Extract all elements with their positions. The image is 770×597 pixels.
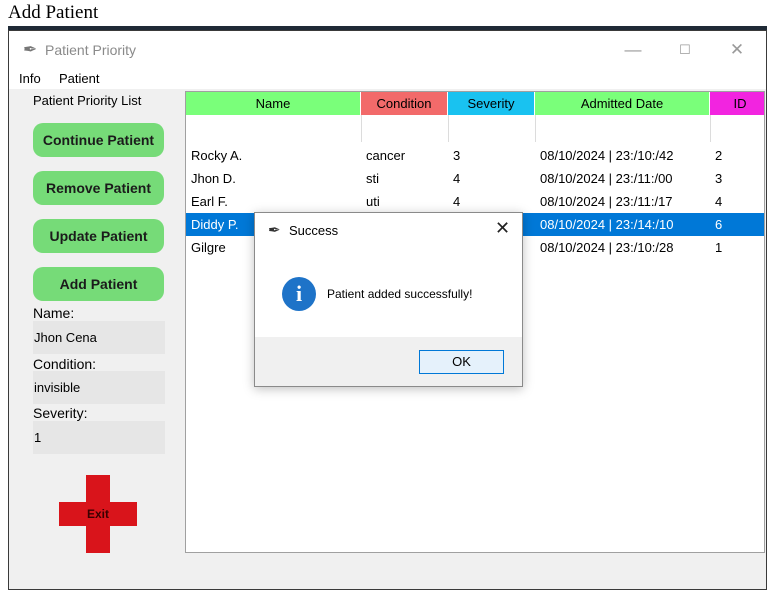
cell-name: Diddy P. bbox=[191, 217, 239, 232]
menu-patient[interactable]: Patient bbox=[59, 71, 99, 86]
name-field[interactable]: Jhon Cena bbox=[33, 321, 165, 354]
condition-label: Condition: bbox=[33, 356, 97, 372]
dialog-title: Success bbox=[289, 223, 339, 238]
cell-severity: 4 bbox=[453, 194, 461, 209]
header-name[interactable]: Name bbox=[186, 92, 361, 115]
cell-severity: 3 bbox=[453, 148, 461, 163]
cell-id: 6 bbox=[715, 217, 723, 232]
ok-button[interactable]: OK bbox=[419, 350, 504, 374]
menu-info[interactable]: Info bbox=[19, 71, 41, 86]
continue-patient-button[interactable]: Continue Patient bbox=[33, 123, 164, 157]
cell-condition: sti bbox=[366, 171, 379, 186]
minimize-button[interactable]: — bbox=[613, 37, 653, 63]
cell-id: 2 bbox=[715, 148, 723, 163]
cell-severity: 4 bbox=[453, 171, 461, 186]
exit-button[interactable]: Exit bbox=[59, 475, 137, 553]
feather-icon: ✒ bbox=[268, 222, 281, 239]
add-patient-button[interactable]: Add Patient bbox=[33, 267, 164, 301]
dialog-message: Patient added successfully! bbox=[327, 287, 473, 301]
cell-condition: cancer bbox=[366, 148, 406, 163]
dialog-footer: OK bbox=[255, 337, 522, 386]
cell-admitted-date: 08/10/2024 | 23:/14:/10 bbox=[540, 217, 674, 232]
column-divider bbox=[535, 115, 536, 142]
close-button[interactable]: ✕ bbox=[717, 37, 757, 63]
update-patient-button[interactable]: Update Patient bbox=[33, 219, 164, 253]
patient-list-heading: Patient Priority List bbox=[33, 93, 142, 108]
success-dialog: ✒ Success ✕ i Patient added successfully… bbox=[254, 212, 523, 387]
cell-id: 4 bbox=[715, 194, 723, 209]
header-id[interactable]: ID bbox=[710, 92, 764, 115]
severity-label: Severity: bbox=[33, 405, 88, 421]
cell-condition: uti bbox=[366, 194, 380, 209]
severity-field[interactable]: 1 bbox=[33, 421, 165, 454]
dialog-close-button[interactable]: ✕ bbox=[495, 218, 510, 239]
header-admitted-date[interactable]: Admitted Date bbox=[535, 92, 710, 115]
window-title: Patient Priority bbox=[45, 42, 137, 58]
cell-admitted-date: 08/10/2024 | 23:/10:/28 bbox=[540, 240, 674, 255]
maximize-button[interactable]: ☐ bbox=[665, 37, 705, 63]
cell-name: Rocky A. bbox=[191, 148, 243, 163]
cell-id: 1 bbox=[715, 240, 723, 255]
cell-name: Gilgre bbox=[191, 240, 226, 255]
title-bar: ✒ Patient Priority — ☐ ✕ bbox=[9, 31, 766, 69]
document-caption: Add Patient bbox=[8, 2, 99, 23]
info-icon: i bbox=[282, 277, 316, 311]
menu-bar: Info Patient bbox=[9, 69, 766, 89]
table-row[interactable]: Earl F. uti 4 08/10/2024 | 23:/11:/17 4 bbox=[186, 190, 764, 213]
cell-admitted-date: 08/10/2024 | 23:/11:/17 bbox=[540, 194, 673, 209]
cell-name: Jhon D. bbox=[191, 171, 236, 186]
feather-icon: ✒ bbox=[23, 40, 38, 59]
column-divider bbox=[361, 115, 362, 142]
cell-id: 3 bbox=[715, 171, 723, 186]
table-row[interactable]: Rocky A. cancer 3 08/10/2024 | 23:/10:/4… bbox=[186, 144, 764, 167]
cell-admitted-date: 08/10/2024 | 23:/11:/00 bbox=[540, 171, 673, 186]
remove-patient-button[interactable]: Remove Patient bbox=[33, 171, 164, 205]
cell-name: Earl F. bbox=[191, 194, 228, 209]
header-condition[interactable]: Condition bbox=[361, 92, 448, 115]
header-severity[interactable]: Severity bbox=[448, 92, 535, 115]
exit-label: Exit bbox=[86, 507, 109, 521]
name-label: Name: bbox=[33, 305, 75, 321]
cell-admitted-date: 08/10/2024 | 23:/10:/42 bbox=[540, 148, 674, 163]
table-row[interactable]: Jhon D. sti 4 08/10/2024 | 23:/11:/00 3 bbox=[186, 167, 764, 190]
column-divider bbox=[710, 115, 711, 142]
column-divider bbox=[448, 115, 449, 142]
condition-field[interactable]: invisible bbox=[33, 371, 165, 404]
